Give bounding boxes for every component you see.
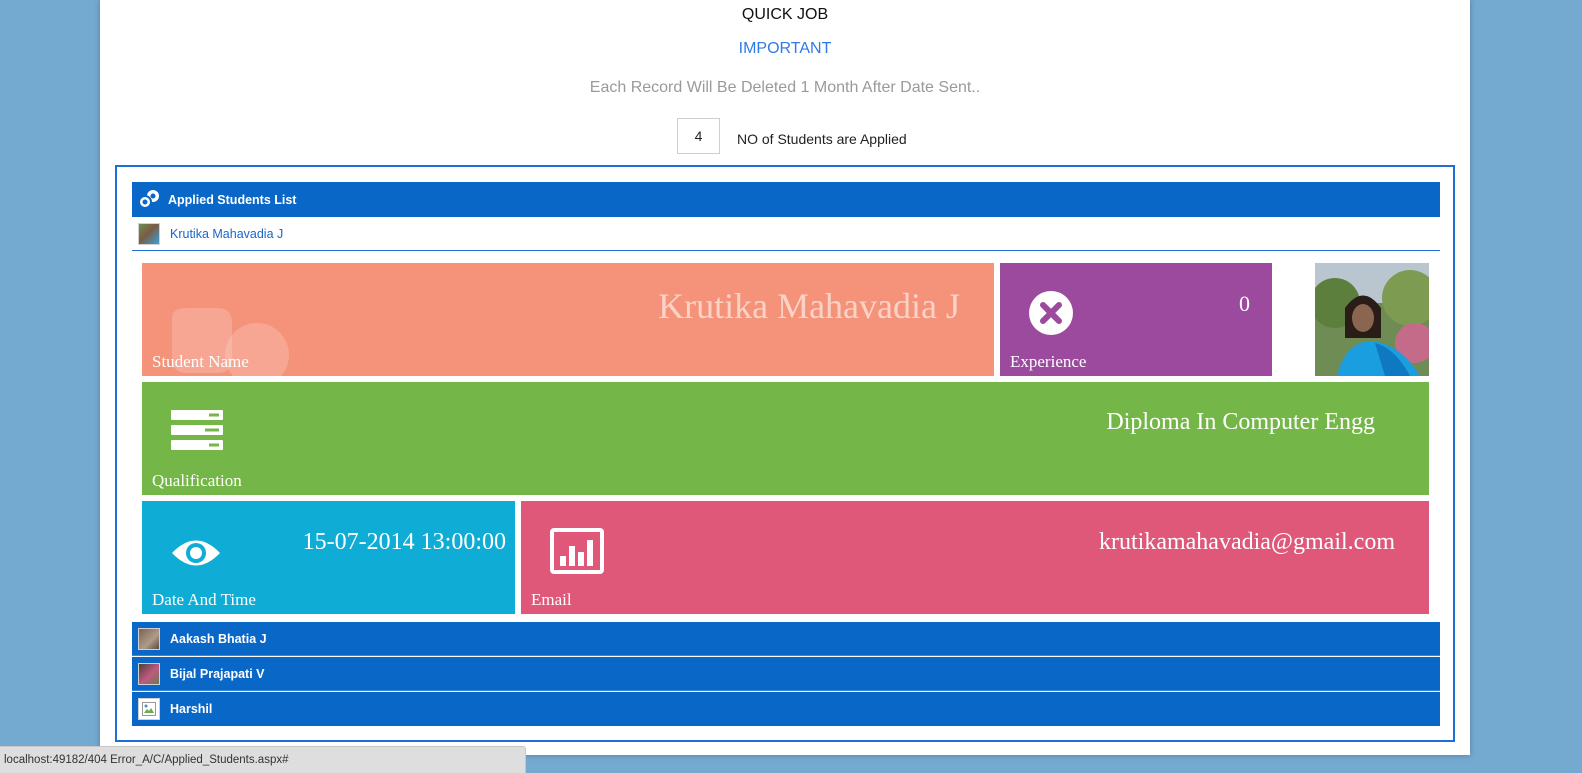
avatar [138,662,160,685]
experience-value: 0 [1239,291,1250,316]
datetime-label: Date And Time [152,590,256,609]
avatar [138,222,160,245]
student-name-link[interactable]: Harshil [170,702,212,716]
email-label: Email [531,590,572,609]
student-row-aakash[interactable]: Aakash Bhatia J [132,622,1440,656]
browser-status-bar: localhost:49182/404 Error_A/C/Applied_St… [0,746,526,773]
server-icon [171,410,223,450]
qualification-label: Qualification [152,471,242,490]
email-value: krutikamahavadia@gmail.com [1098,529,1395,555]
email-tile: krutikamahavadia@gmail.com Email [521,501,1429,614]
avatar [138,627,160,650]
deletion-notice: Each Record Will Be Deleted 1 Month Afte… [589,79,981,96]
experience-tile: 0 Experience [1000,263,1272,376]
experience-label: Experience [1010,352,1087,371]
applied-count-label: NO of Students are Applied [737,131,907,147]
applied-count-box: 4 [677,118,720,154]
page-title: QUICK JOB [741,6,829,23]
broken-image-icon [138,698,160,720]
student-name-tile: Krutika Mahavadia J Student Name [142,263,994,376]
close-icon [1029,291,1073,335]
bar-chart-icon [550,528,604,574]
datetime-value: 15-07-2014 13:00:00 [302,529,506,555]
student-row-bijal[interactable]: Bijal Prajapati V [132,657,1440,691]
student-name-value: Krutika Mahavadia J [658,286,960,326]
student-row-harshil[interactable]: Harshil [132,692,1440,726]
applied-students-header: Applied Students List [132,182,1440,217]
content-panel: QUICK JOB IMPORTANT Each Record Will Be … [100,0,1470,755]
applied-students-title: Applied Students List [168,192,297,207]
users-icon [138,189,159,209]
student-name-link[interactable]: Bijal Prajapati V [170,667,264,681]
student-name-link[interactable]: Krutika Mahavadia J [170,227,283,241]
qualification-tile: Diploma In Computer Engg Qualification [142,382,1429,495]
student-name-link[interactable]: Aakash Bhatia J [170,632,267,646]
student-name-label: Student Name [152,352,249,371]
eye-icon [172,540,220,566]
datetime-tile: 15-07-2014 13:00:00 Date And Time [142,501,515,614]
qualification-value: Diploma In Computer Engg [1106,409,1375,435]
important-heading: IMPORTANT [738,40,832,57]
student-photo [1315,263,1429,376]
applied-students-panel: Applied Students List Krutika Mahavadia … [115,165,1455,742]
student-row-krutika[interactable]: Krutika Mahavadia J [132,217,1440,251]
